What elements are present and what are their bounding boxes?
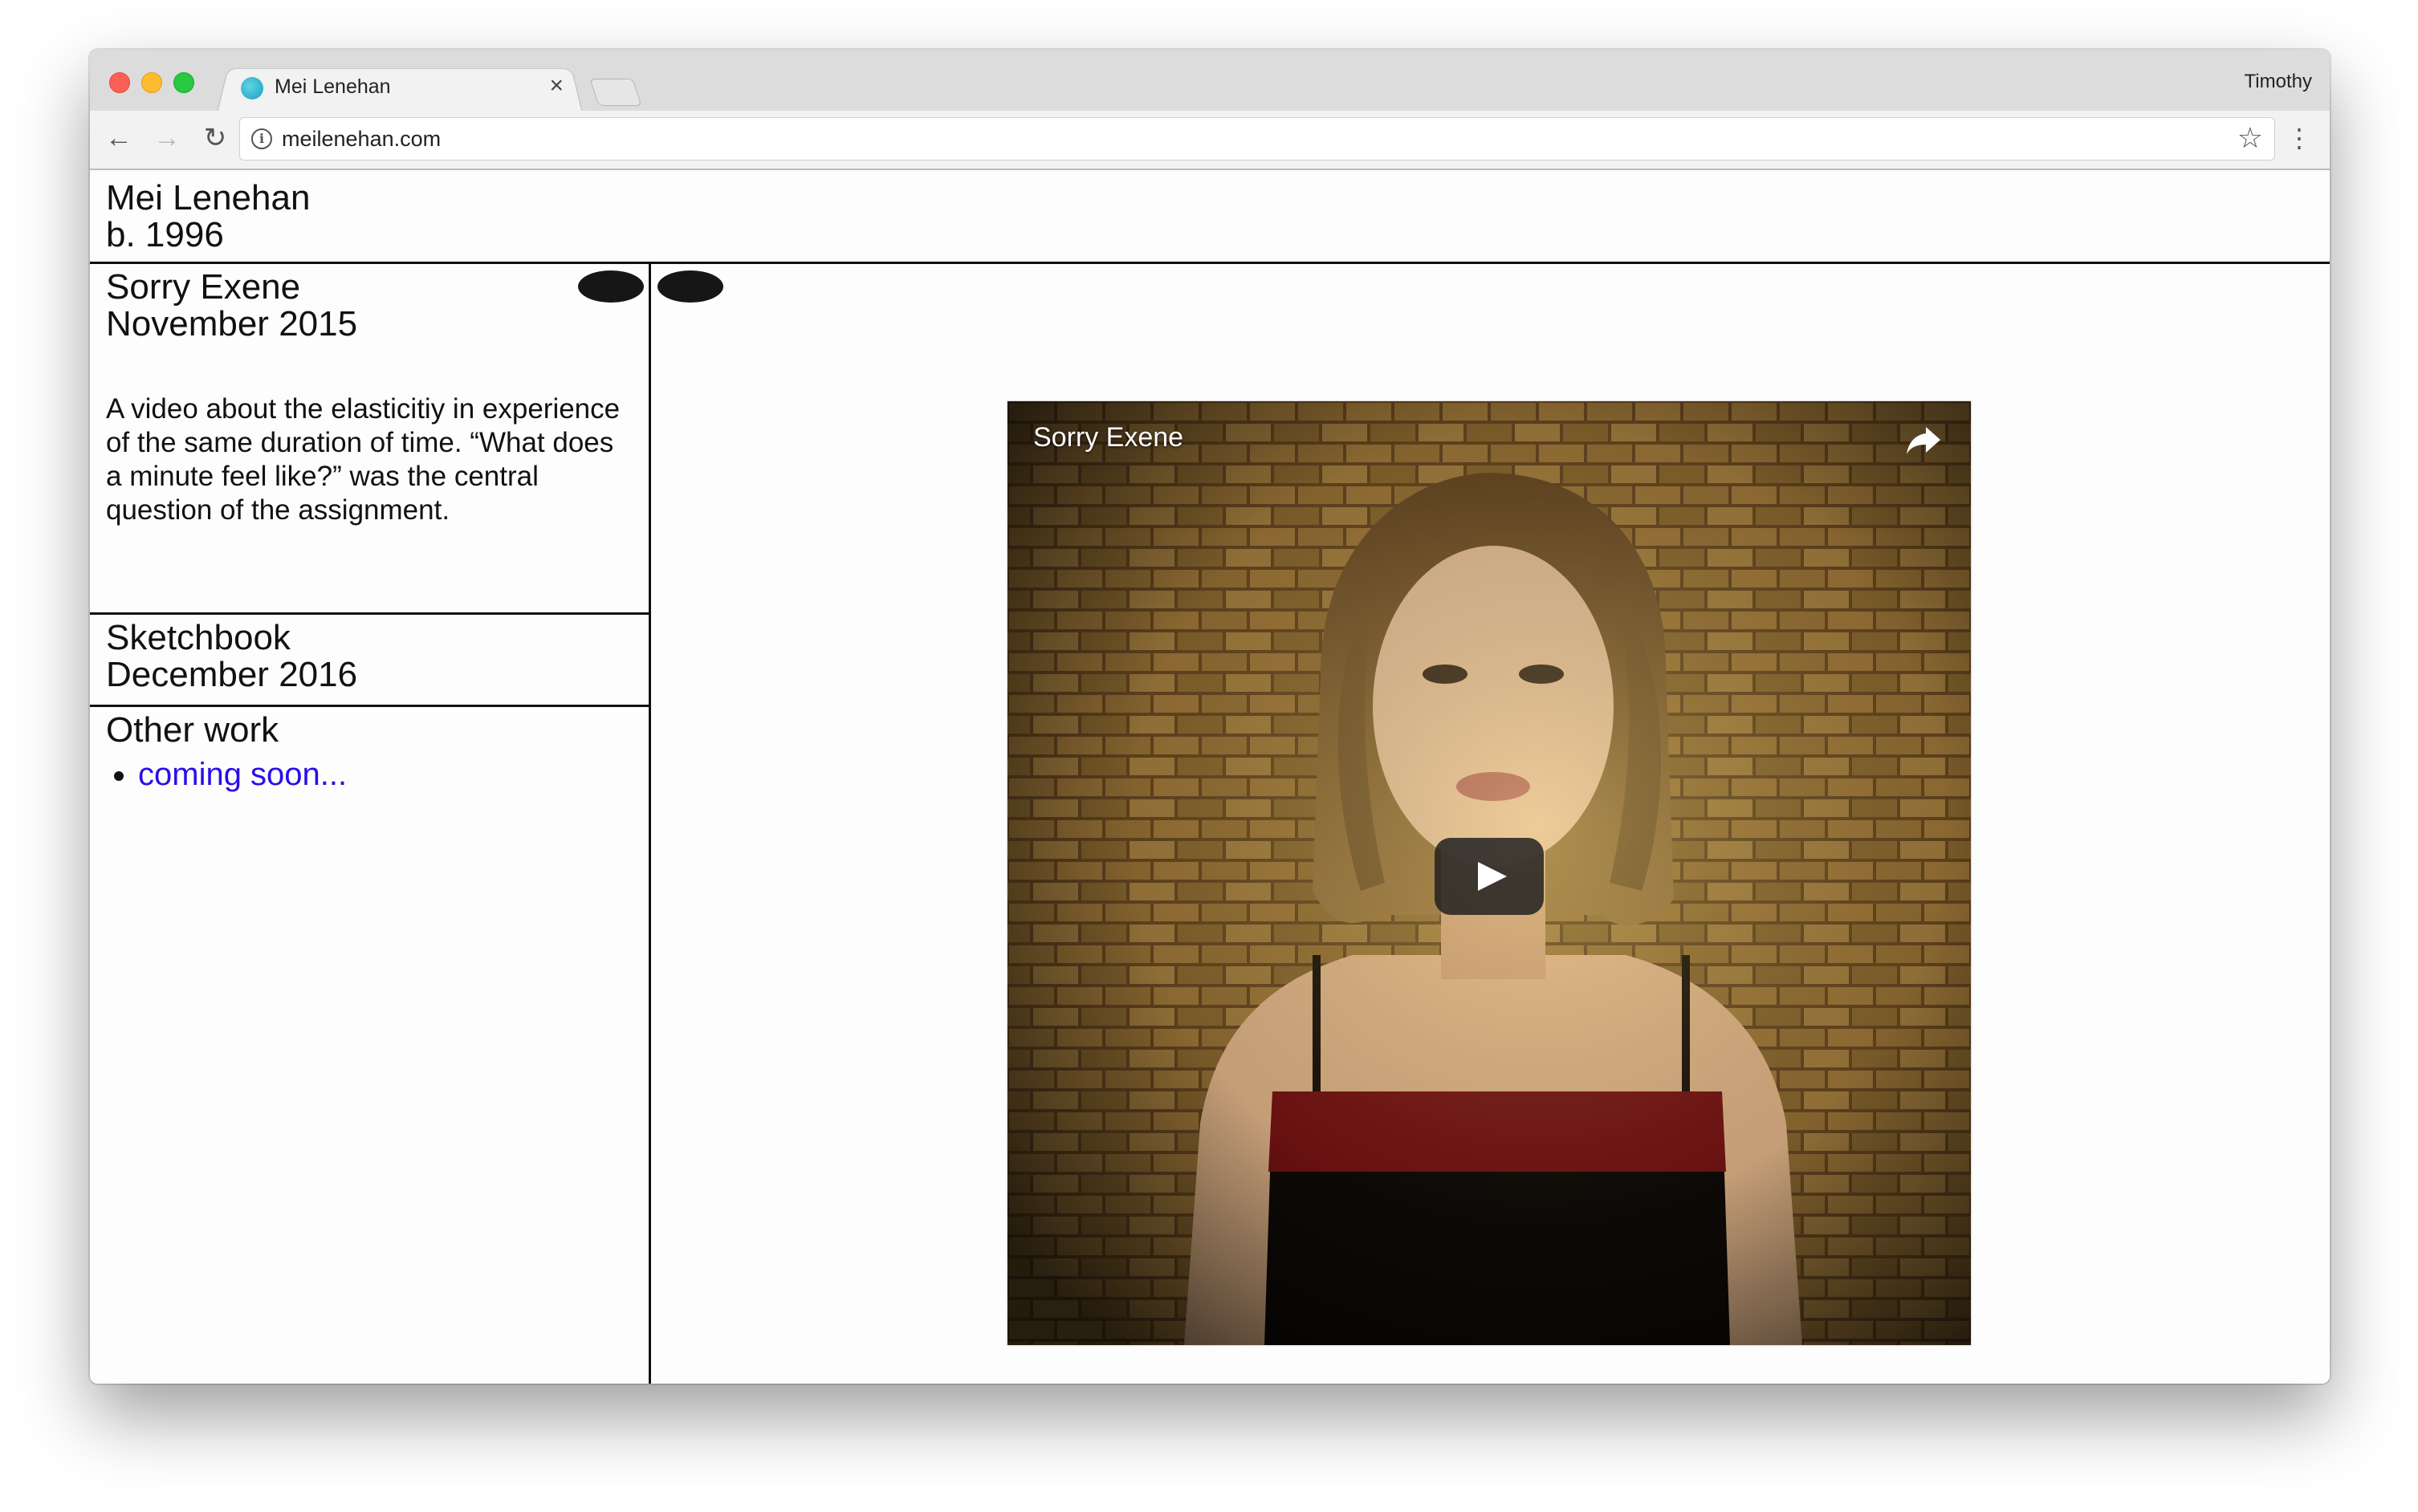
project-description: A video about the elasticitiy in experie… (106, 393, 621, 526)
browser-window: Mei Lenehan × Timothy ← → ↻ i meilenehan… (90, 50, 2330, 1384)
browser-toolbar: ← → ↻ i meilenehan.com ☆ ⋮ (90, 111, 2330, 170)
minimize-window-button[interactable] (141, 72, 162, 93)
active-tab[interactable]: Mei Lenehan × (226, 64, 572, 111)
site-name[interactable]: Mei Lenehan (106, 180, 310, 217)
tab-strip: Mei Lenehan × Timothy (90, 50, 2330, 113)
coming-soon-link[interactable]: coming soon... (138, 757, 347, 792)
project-title[interactable]: Sorry Exene (106, 269, 357, 306)
project-date: November 2015 (106, 304, 358, 343)
info-icon[interactable]: i (251, 128, 272, 149)
project-date: December 2016 (106, 655, 358, 694)
address-bar[interactable]: i meilenehan.com ☆ (239, 117, 2275, 161)
url-text[interactable]: meilenehan.com (282, 127, 441, 152)
profile-name[interactable]: Timothy (2245, 71, 2312, 93)
dot-marker (657, 270, 723, 303)
main-content: Sorry Exene (651, 264, 2330, 1384)
zoom-window-button[interactable] (173, 72, 194, 93)
video-player[interactable]: Sorry Exene (1007, 401, 1971, 1345)
more-menu-icon[interactable]: ⋮ (2286, 119, 2312, 157)
dot-marker (578, 270, 644, 303)
other-work-heading: Other work (106, 710, 279, 750)
web-page: Mei Lenehan b. 1996 Sorry Exene November… (90, 170, 2330, 1384)
back-arrow-icon[interactable]: ← (101, 120, 136, 156)
new-tab-button[interactable] (589, 79, 642, 106)
bookmark-star-icon[interactable]: ☆ (2237, 121, 2263, 155)
project-sorry-exene[interactable]: Sorry Exene November 2015 A video about … (90, 264, 649, 615)
project-sketchbook[interactable]: Sketchbook December 2016 (90, 615, 649, 707)
reload-icon[interactable]: ↻ (197, 120, 233, 156)
tab-title: Mei Lenehan (275, 75, 391, 98)
favicon-icon (241, 77, 263, 100)
close-icon[interactable]: × (549, 72, 564, 100)
close-window-button[interactable] (109, 72, 130, 93)
project-sidebar: Sorry Exene November 2015 A video about … (90, 264, 651, 1384)
other-work-list: coming soon... (106, 757, 347, 792)
video-title[interactable]: Sorry Exene (1033, 422, 1183, 453)
other-work-section: Other work coming soon... (106, 710, 347, 793)
birth-year: b. 1996 (106, 215, 224, 254)
play-icon[interactable] (1435, 838, 1544, 915)
forward-arrow-icon[interactable]: → (149, 120, 185, 156)
site-header: Mei Lenehan b. 1996 (90, 170, 2330, 264)
share-icon[interactable] (1905, 424, 1942, 456)
project-title[interactable]: Sketchbook (106, 620, 357, 656)
list-item: coming soon... (138, 757, 347, 792)
